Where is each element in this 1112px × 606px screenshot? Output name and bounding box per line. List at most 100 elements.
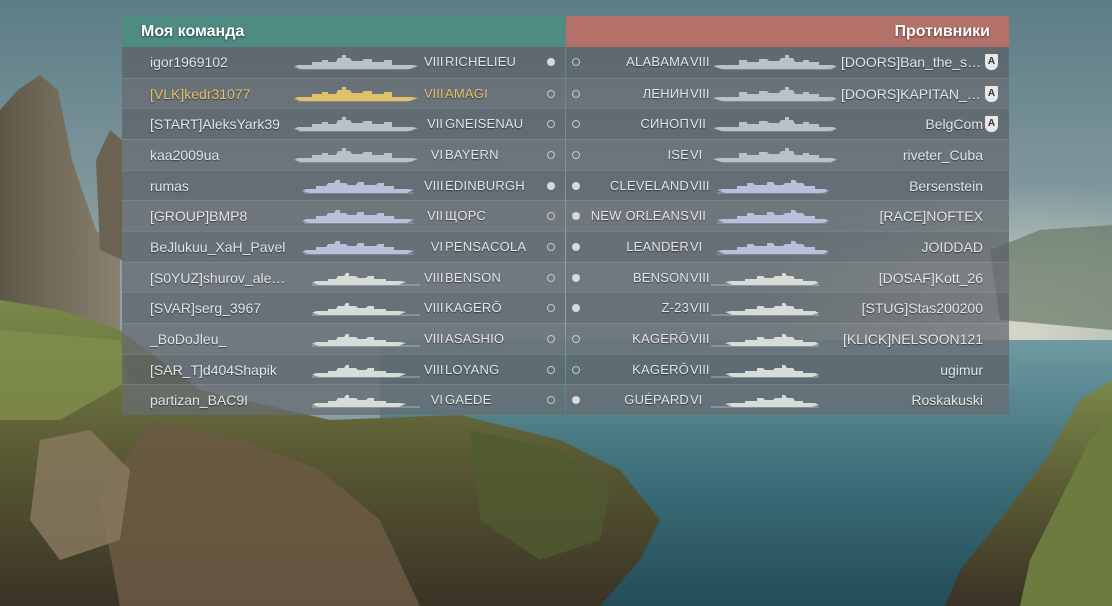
ship-silhouette-icon [292,237,420,259]
status-dot-icon [572,150,580,159]
ship-name: GAEDE [445,392,492,408]
ship-tier: VI [430,392,443,408]
ship-silhouette-icon [292,206,420,228]
enemy-row[interactable]: Z-23 VIII [STUG]Stas200200 [566,292,1009,323]
ship-tier: VII [690,116,706,132]
enemy-row[interactable]: ЛЕНИН VIII [DOORS]KAPITAN_K... A [566,77,1009,109]
ship-tier: VI [430,146,443,162]
ship-tier: VIII [690,85,710,101]
ally-row[interactable]: rumas VIII EDINBURGH [122,169,565,201]
ship-silhouette-icon [292,176,420,198]
ship-tier: VII [427,208,443,224]
status-dot-icon [572,58,580,66]
ally-team-column: Моя команда igor1969102 VIII RICHELIEU [… [122,16,565,415]
enemy-row[interactable]: NEW ORLEANS VII [RACE]NOFTEX [566,200,1009,231]
player-name: [START]AleksYark39 [150,116,280,133]
ship-name: ЩОРС [445,208,487,224]
enemy-row[interactable]: GUÉPARD VI Roskakuski [566,384,1009,415]
ship-name: ЛЕНИН [642,85,689,101]
player-name: igor1969102 [150,54,228,70]
enemy-row[interactable]: BENSON VIII [DOSAF]Kott_26 [566,261,1009,293]
enemy-row[interactable]: СИНОП VII BelgCom A [566,108,1009,139]
ally-row[interactable]: [GROUP]BMP8 VII ЩОРС [122,200,565,231]
enemy-team-title: Противники [566,16,1009,47]
ally-row[interactable]: [VLK]kedr31077 VIII AMAGI [122,77,565,109]
ally-row[interactable]: partizan_BAC9I VI GAEDE [122,384,565,415]
status-dot-icon [547,334,555,343]
ship-silhouette-icon [292,360,420,382]
ship-silhouette-icon [292,145,420,167]
player-name: _BoDoJleu_ [150,330,227,347]
status-dot-icon [547,396,555,405]
ship-silhouette-icon [711,52,839,74]
ship-tier: VIII [690,300,710,316]
status-dot-icon [572,396,580,405]
ally-row[interactable]: igor1969102 VIII RICHELIEU [122,47,565,78]
division-badge-icon: A [985,85,998,102]
ship-silhouette-icon [292,52,420,74]
ship-silhouette-icon [292,390,420,412]
player-name: [RACE]NOFTEX [879,208,983,225]
ally-row[interactable]: _BoDoJleu_ VIII ASASHIO [122,322,565,354]
enemy-row[interactable]: KAGERŌ VIII ugimur [566,353,1009,385]
ship-silhouette-icon [292,268,420,290]
ship-name: GNEISENAU [445,116,524,132]
ship-name: СИНОП [640,116,689,132]
player-name: [KLICK]NELSOON121 [842,330,983,347]
status-dot-icon [547,242,555,251]
status-dot-icon [572,212,580,221]
ship-silhouette-icon [711,360,839,382]
status-dot-icon [572,334,580,343]
ship-name: RICHELIEU [445,54,517,69]
status-dot-icon [547,304,555,313]
ship-silhouette-icon [711,237,839,259]
status-dot-icon [572,304,580,313]
ally-team-list: igor1969102 VIII RICHELIEU [VLK]kedr3107… [122,47,565,415]
status-dot-icon [572,365,580,374]
ship-tier: VIII [424,85,444,101]
ally-row[interactable]: [START]AleksYark39 VII GNEISENAU [122,108,565,139]
ally-row[interactable]: BeJlukuu_XaH_Pavel VI PENSACOLA [122,230,565,262]
ship-silhouette-icon [711,84,839,106]
enemy-team-column: Противники ALABAMA VIII [DOORS]Ban_the_s… [566,16,1009,415]
ship-tier: VI [690,146,703,162]
status-dot-icon [547,273,555,282]
status-dot-icon [547,89,555,98]
ally-row[interactable]: [SVAR]serg_3967 VIII KAGERŌ [122,292,565,323]
status-dot-icon [572,181,580,190]
ship-name: CLEVELAND [609,177,689,193]
ship-silhouette-icon [711,268,839,290]
ally-row[interactable]: kaa2009ua VI BAYERN [122,138,565,170]
ship-tier: VIII [690,361,710,377]
player-name: kaa2009ua [150,146,220,163]
ship-name: AMAGI [445,85,488,101]
player-name: [DOSAF]Kott_26 [878,269,983,286]
ship-name: PENSACOLA [445,238,527,254]
status-dot-icon [547,150,555,159]
ship-tier: VIII [690,269,710,285]
ally-team-title: Моя команда [122,16,565,47]
player-name: [SVAR]serg_3967 [150,300,262,317]
player-name: BeJlukuu_XaH_Pavel [150,238,286,255]
division-badge-icon: A [985,116,998,133]
enemy-row[interactable]: KAGERŌ VIII [KLICK]NELSOON121 [566,322,1009,354]
ally-row[interactable]: [S0YUZ]shurov_alek... VIII BENSON [122,261,565,293]
division-badge-icon: A [985,54,998,70]
ship-name: LEANDER [626,238,689,254]
enemy-row[interactable]: ISE VI riveter_Cuba [566,138,1009,170]
ship-name: KAGERŌ [632,330,689,346]
enemy-row[interactable]: ALABAMA VIII [DOORS]Ban_the_sin... A [566,47,1009,78]
ship-name: BENSON [445,269,502,285]
ship-silhouette-icon [711,390,839,412]
ship-name: GUÉPARD [624,392,689,408]
player-name: ugimur [940,361,983,378]
player-name: [VLK]kedr31077 [150,85,251,102]
ship-tier: VIII [424,330,444,346]
ship-tier: VI [690,392,703,408]
enemy-row[interactable]: CLEVELAND VIII Bersenstein [566,169,1009,201]
ship-tier: VIII [424,269,444,285]
ship-tier: VIII [424,361,444,377]
enemy-row[interactable]: LEANDER VI JOIDDAD [566,230,1009,262]
player-name: Bersenstein [909,177,983,194]
ally-row[interactable]: [SAR_T]d404Shapik VIII LOYANG [122,353,565,385]
